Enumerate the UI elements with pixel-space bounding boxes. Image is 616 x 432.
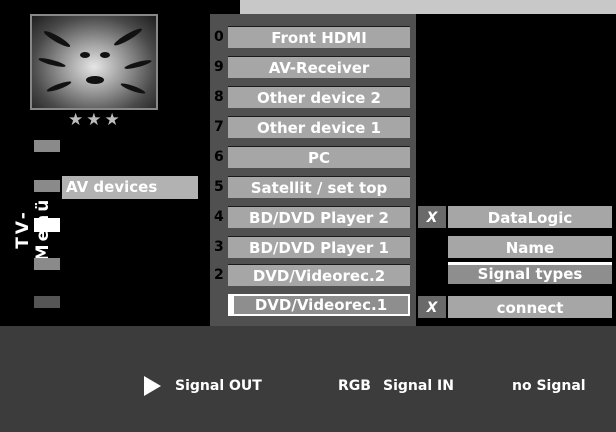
device-label: Other device 1 [228, 116, 410, 138]
device-item[interactable]: 2 DVD/Videorec.2 [210, 264, 416, 286]
device-number: 9 [214, 59, 224, 75]
channel-thumbnail [30, 14, 158, 110]
device-label: DVD/Videorec.2 [228, 264, 410, 286]
option-number: 3 [422, 240, 432, 256]
signal-out-label: Signal OUT [175, 378, 262, 394]
device-item[interactable]: 8 Other device 2 [210, 86, 416, 108]
option-signal-types[interactable]: 2 Signal types [416, 262, 616, 286]
device-item[interactable]: 4 BD/DVD Player 2 [210, 206, 416, 228]
device-label: BD/DVD Player 2 [228, 206, 410, 228]
sidebar-item[interactable] [34, 258, 60, 270]
option-label: DataLogic [448, 206, 612, 228]
x-mark-icon: X [418, 296, 446, 318]
sidebar-label-av-devices[interactable]: AV devices [62, 176, 198, 199]
vertical-menu-title: TV-Menü [13, 196, 53, 262]
device-label: DVD/Videorec.1 [228, 294, 410, 316]
option-connect[interactable]: X connect [416, 296, 616, 320]
play-triangle-icon [144, 376, 161, 396]
option-name[interactable]: 3 Name [416, 236, 616, 260]
device-number: 6 [214, 149, 224, 165]
device-item-selected[interactable]: DVD/Videorec.1 [210, 294, 416, 316]
device-number: 7 [214, 119, 224, 135]
device-item[interactable]: 3 BD/DVD Player 1 [210, 236, 416, 258]
rgb-label: RGB [338, 378, 371, 394]
device-label: PC [228, 146, 410, 168]
device-number: 2 [214, 267, 224, 283]
device-item[interactable]: 9 AV-Receiver [210, 56, 416, 78]
device-label: BD/DVD Player 1 [228, 236, 410, 258]
device-item[interactable]: 5 Satellit / set top [210, 176, 416, 198]
sidebar-item[interactable] [34, 296, 60, 308]
sidebar-item[interactable] [34, 140, 60, 152]
x-mark-icon: X [418, 206, 446, 228]
sidebar-item-av-devices-marker[interactable] [34, 180, 60, 192]
option-label: Name [448, 236, 612, 258]
signal-in-label: Signal IN [383, 378, 454, 394]
device-label: Other device 2 [228, 86, 410, 108]
device-item[interactable]: 6 PC [210, 146, 416, 168]
device-label: Satellit / set top [228, 176, 410, 198]
device-number: 3 [214, 239, 224, 255]
device-item[interactable]: 7 Other device 1 [210, 116, 416, 138]
rating-stars: ★★★ [68, 110, 123, 130]
no-signal-label: no Signal [512, 378, 586, 394]
device-label: AV-Receiver [228, 56, 410, 78]
top-bar [240, 0, 616, 14]
option-label: connect [448, 296, 612, 318]
device-label: Front HDMI [228, 26, 410, 48]
option-number: 2 [422, 266, 432, 282]
device-number: 8 [214, 89, 224, 105]
device-item[interactable]: 0 Front HDMI [210, 26, 416, 48]
device-number: 0 [214, 29, 224, 45]
option-datalogic[interactable]: X DataLogic [416, 206, 616, 230]
device-number: 4 [214, 209, 224, 225]
option-label: Signal types [448, 262, 612, 284]
device-number: 5 [214, 179, 224, 195]
sidebar-item-active[interactable] [34, 218, 60, 232]
